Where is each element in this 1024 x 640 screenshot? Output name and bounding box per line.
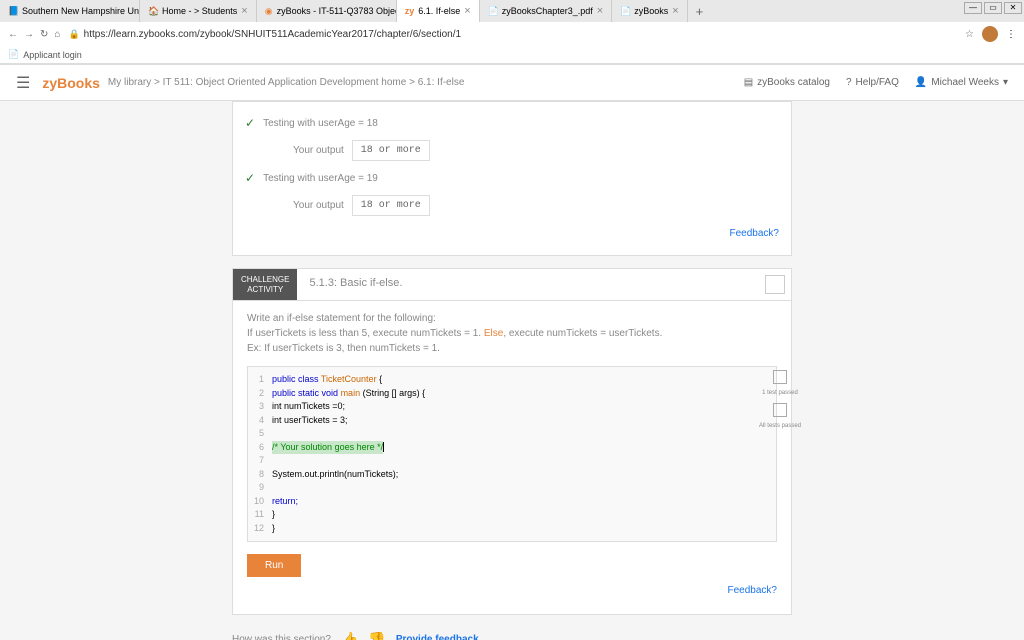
bookmark-icon: 📄: [8, 49, 19, 60]
provide-feedback-link[interactable]: Provide feedback: [396, 634, 479, 640]
book-icon: ▤: [744, 77, 753, 88]
menu-icon[interactable]: ⋮: [1006, 29, 1016, 40]
url-right-icons: ☆ ⋮: [965, 26, 1016, 42]
output-label: Your output: [293, 200, 344, 211]
output-row: Your output 18 or more: [245, 136, 779, 165]
challenge-status-box: [765, 275, 785, 294]
close-icon[interactable]: ×: [597, 5, 603, 17]
main-column: ✓ Testing with userAge = 18 Your output …: [232, 101, 792, 640]
browser-tab[interactable]: 📄 zyBooksChapter3_.pdf ×: [480, 0, 613, 22]
url-bar: ← → ↻ ⌂ 🔒 https://learn.zybooks.com/zybo…: [0, 22, 1024, 46]
user-menu[interactable]: 👤 Michael Weeks ▾: [915, 77, 1008, 88]
feedback-link[interactable]: Feedback?: [245, 220, 779, 247]
challenge-header: CHALLENGE ACTIVITY 5.1.3: Basic if-else.: [233, 269, 791, 301]
tab-favicon: 📘: [8, 6, 18, 16]
tab-title: Southern New Hampshire Universi: [22, 6, 140, 16]
header-right: ▤ zyBooks catalog ? Help/FAQ 👤 Michael W…: [744, 77, 1008, 88]
code-area: 1 2 3 4 5 6 7 8 9 10 11 12: [247, 366, 777, 542]
challenge-body: Write an if-else statement for the follo…: [233, 301, 791, 614]
instruction-line: If userTickets is less than 5, execute n…: [247, 326, 777, 341]
forward-button[interactable]: →: [24, 29, 34, 40]
tab-title: 6.1. If-else: [418, 6, 460, 16]
profile-avatar[interactable]: [982, 26, 998, 42]
tab-favicon: ◉: [265, 6, 273, 16]
output-value: 18 or more: [352, 195, 430, 216]
test-status-sidebar: 1 test passed All tests passed: [759, 370, 801, 429]
test-label: Testing with userAge = 19: [263, 173, 378, 184]
tab-favicon: 📄: [620, 6, 630, 16]
url-input[interactable]: 🔒 https://learn.zybooks.com/zybook/SNHUI…: [68, 29, 957, 40]
bookmark-item[interactable]: Applicant login: [23, 50, 82, 60]
tab-title: Home - > Students: [162, 6, 237, 16]
help-link[interactable]: ? Help/FAQ: [846, 77, 899, 88]
run-button[interactable]: Run: [247, 554, 301, 577]
lock-icon: 🔒: [68, 29, 79, 40]
brand-logo[interactable]: zyBooks: [42, 75, 100, 91]
url-text: https://learn.zybooks.com/zybook/SNHUIT5…: [84, 29, 461, 40]
challenge-title: 5.1.3: Basic if-else.: [297, 269, 759, 300]
test-results-block: ✓ Testing with userAge = 18 Your output …: [232, 101, 792, 256]
breadcrumb: My library > IT 511: Object Oriented App…: [108, 77, 464, 88]
browser-tab[interactable]: 📘 Southern New Hampshire Universi ×: [0, 0, 140, 22]
close-icon[interactable]: ×: [672, 5, 678, 17]
checkmark-icon: ✓: [245, 171, 255, 185]
tab-favicon: 🏠: [148, 6, 158, 16]
test-row: ✓ Testing with userAge = 18: [245, 110, 779, 136]
line-numbers: 1 2 3 4 5 6 7 8 9 10 11 12: [254, 373, 272, 535]
content-area: ✓ Testing with userAge = 18 Your output …: [0, 101, 1024, 640]
test-status-label: All tests passed: [759, 423, 801, 430]
browser-chrome: 📘 Southern New Hampshire Universi × 🏠 Ho…: [0, 0, 1024, 65]
browser-tab[interactable]: 🏠 Home - > Students ×: [140, 0, 257, 22]
feedback-link[interactable]: Feedback?: [247, 577, 777, 604]
challenge-badge: CHALLENGE ACTIVITY: [233, 269, 297, 300]
output-value: 18 or more: [352, 140, 430, 161]
bookmark-bar: 📄 Applicant login: [0, 46, 1024, 64]
test-status-box: [773, 403, 787, 417]
tab-title: zyBooks: [634, 6, 668, 16]
tab-title: zyBooks - IT-511-Q3783 Object Or: [277, 6, 397, 16]
feedback-question: How was this section?: [232, 634, 331, 640]
back-button[interactable]: ←: [8, 29, 18, 40]
bookmark-star-icon[interactable]: ☆: [965, 29, 974, 40]
browser-tab[interactable]: 📄 zyBooks ×: [612, 0, 687, 22]
tab-title: zyBooksChapter3_.pdf: [502, 6, 593, 16]
checkmark-icon: ✓: [245, 116, 255, 130]
reload-button[interactable]: ↻: [40, 29, 48, 40]
browser-tab[interactable]: ◉ zyBooks - IT-511-Q3783 Object Or ×: [257, 0, 397, 22]
browser-tab-active[interactable]: zy 6.1. If-else ×: [397, 0, 480, 22]
window-controls: — ▭ ✕: [962, 0, 1024, 16]
challenge-activity: CHALLENGE ACTIVITY 5.1.3: Basic if-else.…: [232, 268, 792, 615]
close-icon[interactable]: ×: [241, 5, 247, 17]
minimize-button[interactable]: —: [964, 2, 982, 14]
close-icon[interactable]: ×: [464, 5, 470, 17]
tab-favicon: 📄: [488, 6, 498, 16]
output-row: Your output 18 or more: [245, 191, 779, 220]
user-icon: 👤: [915, 77, 927, 88]
code-content[interactable]: public class TicketCounter { public stat…: [272, 373, 770, 535]
hamburger-icon[interactable]: ☰: [16, 73, 30, 93]
home-button[interactable]: ⌂: [54, 29, 60, 40]
output-label: Your output: [293, 145, 344, 156]
section-feedback: How was this section? 👍 👎 Provide feedba…: [232, 615, 792, 640]
chevron-down-icon: ▾: [1003, 77, 1008, 88]
test-status-box: [773, 370, 787, 384]
tab-prefix: zy: [405, 6, 415, 16]
new-tab-button[interactable]: +: [688, 4, 712, 19]
instructions: Write an if-else statement for the follo…: [247, 311, 777, 356]
catalog-link[interactable]: ▤ zyBooks catalog: [744, 77, 830, 88]
code-editor[interactable]: 1 2 3 4 5 6 7 8 9 10 11 12: [247, 366, 777, 542]
test-label: Testing with userAge = 18: [263, 118, 378, 129]
instruction-line: Write an if-else statement for the follo…: [247, 311, 777, 326]
help-icon: ?: [846, 77, 852, 88]
nav-arrows: ← → ↻ ⌂: [8, 29, 60, 40]
restore-button[interactable]: ▭: [984, 2, 1002, 14]
tab-bar: 📘 Southern New Hampshire Universi × 🏠 Ho…: [0, 0, 1024, 22]
test-row: ✓ Testing with userAge = 19: [245, 165, 779, 191]
test-status-label: 1 test passed: [762, 390, 798, 397]
close-button[interactable]: ✕: [1004, 2, 1022, 14]
zybooks-header: ☰ zyBooks My library > IT 511: Object Or…: [0, 65, 1024, 101]
instruction-line: Ex: If userTickets is 3, then numTickets…: [247, 341, 777, 356]
